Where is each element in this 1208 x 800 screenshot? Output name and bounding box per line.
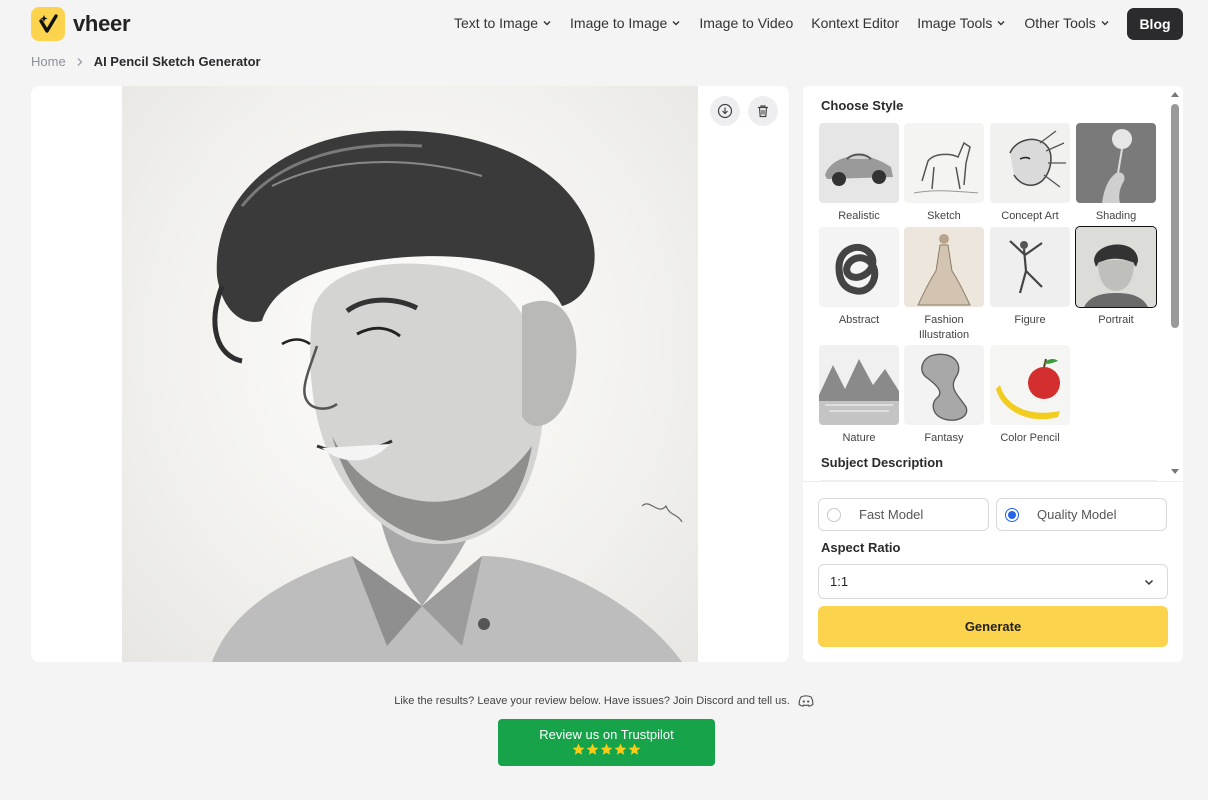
settings-panel: Choose Style Realistic Sketch Concept Ar… — [803, 86, 1183, 662]
blog-button[interactable]: Blog — [1127, 8, 1183, 40]
star-icon — [572, 743, 585, 755]
logo[interactable]: vheer — [31, 7, 131, 41]
style-thumbnail — [1075, 226, 1157, 308]
nav-image-tools[interactable]: Image Tools — [917, 15, 1006, 31]
chevron-down-icon — [672, 21, 680, 26]
download-button[interactable] — [710, 96, 740, 126]
result-preview-panel — [31, 86, 789, 662]
nav-image-to-video[interactable]: Image to Video — [699, 15, 793, 31]
style-thumbnail — [1076, 123, 1156, 203]
style-label: Fantasy — [924, 432, 964, 444]
nav-image-to-image[interactable]: Image to Image — [570, 15, 681, 31]
aspect-ratio-heading: Aspect Ratio — [821, 540, 901, 555]
nav-item-label: Image to Image — [570, 15, 668, 31]
style-label: Abstract — [838, 314, 880, 326]
nav-item-label: Kontext Editor — [811, 15, 900, 31]
style-option-fantasy[interactable]: Fantasy — [904, 345, 984, 446]
radio-unchecked-icon[interactable] — [827, 507, 841, 522]
style-option-abstract[interactable]: Abstract — [819, 227, 899, 328]
scroll-down-icon[interactable] — [1171, 469, 1179, 474]
nav-item-label: Image to Video — [699, 15, 794, 31]
nav-item-label: Image Tools — [917, 15, 993, 31]
delete-button[interactable] — [748, 96, 778, 126]
portrait-sketch-illustration — [212, 130, 683, 662]
style-option-figure[interactable]: Figure — [990, 227, 1070, 328]
star-icon — [614, 743, 627, 755]
feedback-text: Like the results? Leave your review belo… — [394, 695, 790, 707]
star-icon — [628, 743, 641, 755]
generated-sketch-image — [122, 86, 698, 662]
chevron-down-icon — [1144, 579, 1154, 585]
chevron-down-icon — [997, 21, 1005, 26]
quality-model-option[interactable]: Quality Model — [996, 498, 1167, 531]
logo-text: vheer — [73, 11, 131, 36]
style-label: Concept Art — [1001, 210, 1059, 222]
style-label: Portrait — [1098, 314, 1134, 326]
nav-item-label: Text to Image — [454, 15, 539, 31]
style-thumbnail — [990, 345, 1070, 425]
style-option-fashion-illustration[interactable]: Fashion Illustration — [904, 227, 984, 343]
style-label: Nature — [842, 432, 876, 444]
style-label: Shading — [1095, 210, 1137, 222]
feedback-bar: Like the results? Leave your review belo… — [0, 695, 1208, 707]
style-thumbnail — [819, 123, 899, 203]
style-option-portrait[interactable]: Portrait — [1075, 226, 1157, 328]
subject-description-heading: Subject Description — [821, 455, 944, 470]
style-label: Color Pencil — [1000, 432, 1060, 444]
discord-icon[interactable] — [798, 695, 814, 707]
choose-style-heading: Choose Style — [821, 98, 904, 113]
breadcrumb: Home AI Pencil Sketch Generator — [31, 54, 261, 69]
breadcrumb-home-link[interactable]: Home — [31, 54, 66, 69]
logo-icon — [31, 7, 65, 41]
style-thumbnail — [990, 227, 1070, 307]
star-icon — [600, 743, 613, 755]
nav-item-label: Other Tools — [1024, 15, 1096, 31]
nav-other-tools[interactable]: Other Tools — [1024, 15, 1109, 31]
download-icon — [717, 103, 733, 119]
chevron-down-icon — [543, 21, 551, 26]
style-thumbnail — [990, 123, 1070, 203]
style-label: Realistic — [838, 210, 880, 222]
trustpilot-label: Review us on Trustpilot — [539, 727, 674, 742]
nav-kontext-editor[interactable]: Kontext Editor — [811, 15, 899, 31]
style-option-realistic[interactable]: Realistic — [819, 123, 899, 224]
style-option-shading[interactable]: Shading — [1076, 123, 1156, 224]
style-thumbnail — [904, 227, 984, 307]
rating-stars — [498, 743, 715, 756]
style-scroll-area[interactable]: Choose Style Realistic Sketch Concept Ar… — [803, 86, 1183, 482]
style-thumbnail — [819, 227, 899, 307]
page-title: AI Pencil Sketch Generator — [93, 54, 261, 69]
chevron-down-icon — [1101, 21, 1109, 26]
subject-description-field[interactable] — [821, 480, 1157, 482]
style-label: Fashion Illustration — [918, 314, 970, 341]
generate-button[interactable]: Generate — [818, 606, 1168, 647]
scrollbar-thumb[interactable] — [1171, 104, 1179, 328]
trustpilot-review-button[interactable]: Review us on Trustpilot — [498, 719, 715, 766]
style-thumbnail — [819, 345, 899, 425]
aspect-ratio-select[interactable]: 1:1 — [818, 564, 1168, 599]
fast-model-option[interactable]: Fast Model — [818, 498, 989, 531]
chevron-right-icon — [77, 57, 83, 66]
style-label: Figure — [1014, 314, 1046, 326]
nav-text-to-image[interactable]: Text to Image — [454, 15, 552, 31]
trash-icon — [758, 105, 768, 118]
style-option-color-pencil[interactable]: Color Pencil — [990, 345, 1070, 446]
style-option-concept-art[interactable]: Concept Art — [990, 123, 1070, 224]
main-nav: Text to Image Image to Image Image to Vi… — [454, 15, 1128, 31]
scrollbar[interactable] — [1169, 86, 1183, 482]
aspect-ratio-value: 1:1 — [830, 574, 849, 589]
style-thumbnail — [904, 123, 984, 203]
star-icon — [586, 743, 599, 755]
model-label: Fast Model — [859, 507, 924, 522]
model-label: Quality Model — [1037, 507, 1117, 522]
style-thumbnail — [904, 345, 984, 425]
style-option-sketch[interactable]: Sketch — [904, 123, 984, 224]
top-header: vheer Text to Image Image to Image Image… — [0, 0, 1208, 48]
radio-checked-icon[interactable] — [1005, 507, 1019, 522]
scroll-up-icon[interactable] — [1171, 92, 1179, 97]
style-label: Sketch — [927, 210, 961, 222]
style-option-nature[interactable]: Nature — [819, 345, 899, 446]
